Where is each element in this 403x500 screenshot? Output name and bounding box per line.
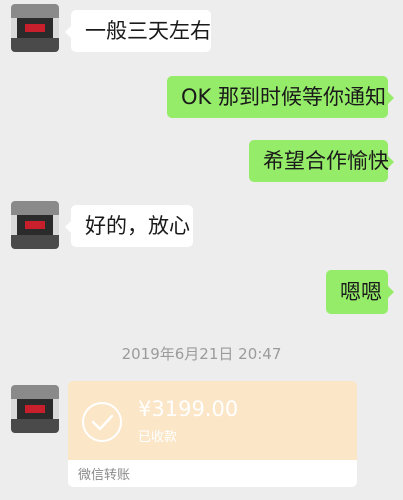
contact-avatar[interactable] xyxy=(11,385,59,433)
transfer-card[interactable]: ¥3199.00 已收款 微信转账 xyxy=(68,381,357,487)
message-bubble: 好的，放心 xyxy=(65,205,193,247)
transfer-label: 微信转账 xyxy=(78,468,131,483)
transfer-footer: 微信转账 xyxy=(68,460,357,487)
message-bubble: 希望合作愉快 xyxy=(249,140,394,182)
message-text: 好的，放心 xyxy=(85,213,190,238)
message-text: 一般三天左右 xyxy=(85,18,211,43)
transfer-status: 已收款 xyxy=(138,430,178,445)
chat-timestamp: 2019年6月21日 20:47 xyxy=(121,345,282,363)
message-text: 希望合作愉快 xyxy=(263,148,389,173)
message-bubble: 嗯嗯 xyxy=(326,270,394,314)
transfer-amount: ¥3199.00 xyxy=(138,397,239,421)
message-text: 嗯嗯 xyxy=(340,279,382,304)
contact-avatar[interactable] xyxy=(11,4,59,52)
check-icon xyxy=(82,402,122,442)
message-bubble: 一般三天左右 xyxy=(65,10,211,52)
message-text: OK 那到时候等你通知 xyxy=(181,84,386,109)
message-bubble: OK 那到时候等你通知 xyxy=(167,76,394,118)
contact-avatar[interactable] xyxy=(11,201,59,249)
